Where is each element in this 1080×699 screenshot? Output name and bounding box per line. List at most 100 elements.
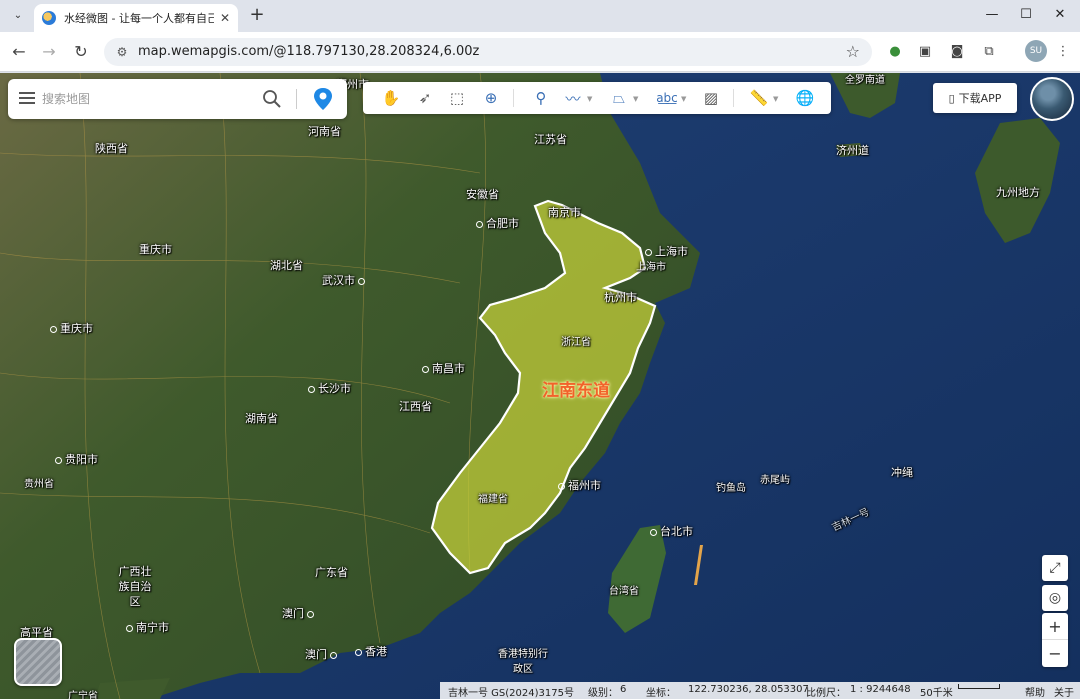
map-label-island: 冲绳 [891,466,913,479]
help-link[interactable]: 帮助 [1025,684,1045,699]
chevron-down-icon[interactable]: ▼ [587,95,592,103]
coord-label: 坐标： [646,688,676,699]
download-app-label: 下载APP [958,92,1002,105]
minimize-button[interactable]: — [978,4,1006,26]
box-select-icon[interactable]: ⬚ [445,86,469,110]
map-label-province: 河南省 [308,125,341,138]
map-label-province: 陕西省 [95,142,128,155]
screenshot-icon[interactable]: ◙ [946,41,968,63]
zoom-level: 6 [620,684,627,695]
map-label-city: 杭州市 [604,291,637,304]
map-label-city: 南昌市 [422,360,465,376]
pan-hand-icon[interactable]: ✋ [379,86,403,110]
favicon-icon [42,11,56,25]
image-icon[interactable]: ▨ [699,86,723,110]
scale-label: 比例尺： [806,688,846,699]
divider [296,89,297,109]
zoom-controls: + − [1042,613,1068,667]
profile-avatar[interactable]: SU [1025,40,1047,62]
scale-bar [958,684,1000,689]
tab-active[interactable]: 水经微图 - 让每一个人都有自己 ✕ [34,4,238,32]
chevron-down-icon[interactable]: ▼ [633,95,638,103]
select-pointer-icon[interactable]: ➶ [413,86,437,110]
map-label-city: 上海市 [636,262,666,273]
map-label-city: 福州市 [558,477,601,493]
zoom-in-button[interactable]: + [1042,613,1068,640]
browser-menu-icon[interactable]: ⋮ [1052,41,1074,63]
zoom-search-icon[interactable]: ⊕ [479,86,503,110]
chevron-down-icon[interactable]: ▼ [773,95,778,103]
map-label-province: 江西省 [399,400,432,413]
map-label-province: 广东省 [315,566,348,579]
map-label-city: 贵阳市 [55,451,98,467]
map-label-city: 澳门 [282,605,314,621]
search-icon[interactable] [262,89,282,109]
reload-icon[interactable]: ↻ [70,41,92,63]
map-label-city: 重庆市 [139,243,172,256]
map-label-province: 浙江省 [561,337,591,348]
search-card [8,79,347,119]
browser-toolbar: ← → ↻ ⚙ map.wemapgis.com/@118.797130,28.… [0,32,1080,72]
extensions-puzzle-icon[interactable]: ⧉ [978,41,1000,63]
maximize-button[interactable]: ☐ [1012,4,1040,26]
map-label-city: 上海市 [645,243,688,259]
map-label-city: 重庆市 [50,320,93,336]
download-app-button[interactable]: ▯ 下载APP [933,83,1017,113]
polygon-icon[interactable]: ⏢ [607,86,631,110]
text-label-icon[interactable]: a͟b͟c [655,86,679,110]
phone-icon: ▯ [948,91,955,105]
close-window-button[interactable]: ✕ [1046,4,1074,26]
divider [733,89,734,107]
locate-icon[interactable]: ◎ [1042,585,1068,611]
coordinates: 122.730236, 28.053307 [688,684,809,695]
fullscreen-icon[interactable]: ⤢ [1042,555,1068,581]
zoom-level-label: 级别： [588,688,618,699]
layer-switch-button[interactable] [14,638,62,686]
map-label-province: 广西壮族自治区 [118,565,152,608]
extension-globe-icon[interactable]: ● [884,41,906,63]
map-source: 吉林一号 GS(2024)3175号 [448,688,574,699]
location-pin-icon[interactable] [312,87,334,111]
globe-view-button[interactable] [1030,77,1074,121]
map-label-province: 江苏省 [534,133,567,146]
map-label-province: 广宁省 [68,691,98,699]
map-label-province: 济州道 [836,144,869,157]
map-viewport[interactable]: 郑州市 全罗南道 河南省 陕西省 江苏省 济州道 安徽省 九州地方 合肥市 南京… [0,73,1080,699]
extension-tabs-icon[interactable]: ▣ [914,41,936,63]
map-label-province: 湖北省 [270,259,303,272]
tab-search-icon[interactable]: ⌄ [8,5,28,25]
divider [513,89,514,107]
map-label-province: 台湾省 [609,586,639,597]
about-link[interactable]: 关于 [1054,684,1074,699]
address-bar[interactable]: ⚙ map.wemapgis.com/@118.797130,28.208324… [104,38,872,66]
bookmark-star-icon[interactable]: ☆ [846,42,860,61]
search-input[interactable] [42,89,252,109]
map-label-city: 长沙市 [308,380,351,396]
measure-ruler-icon[interactable]: 📏 [747,86,771,110]
chevron-down-icon[interactable]: ▼ [681,95,686,103]
new-tab-button[interactable]: + [247,4,267,26]
polyline-icon[interactable]: 〰 [561,86,585,110]
satellite-map [0,73,1080,699]
map-label-city: 台北市 [650,523,693,539]
site-settings-icon[interactable]: ⚙ [114,44,130,60]
globe-icon[interactable]: 🌐 [793,86,817,110]
tab-close-icon[interactable]: ✕ [220,11,230,25]
highlighted-region-label[interactable]: 江南东道 [542,376,610,401]
map-label-island: 钓鱼岛 [716,483,746,494]
back-icon[interactable]: ← [8,41,30,63]
zoom-out-button[interactable]: − [1042,640,1068,667]
scale-value: 1 : 9244648 [850,684,911,695]
map-label-city: 合肥市 [476,215,519,231]
map-label-island: 赤尾屿 [760,475,790,486]
status-bar: 吉林一号 GS(2024)3175号 级别： 6 坐标： 122.730236,… [440,682,1080,699]
menu-icon[interactable] [19,92,35,104]
forward-icon[interactable]: → [38,41,60,63]
map-label-city: 武汉市 [322,272,365,288]
map-tools-bar: ✋ ➶ ⬚ ⊕ ⚲ 〰 ▼ ⏢ ▼ a͟b͟c ▼ ▨ 📏 ▼ 🌐 [363,82,831,114]
tab-strip: ⌄ 水经微图 - 让每一个人都有自己 ✕ + — ☐ ✕ [0,0,1080,32]
address-url: map.wemapgis.com/@118.797130,28.208324,6… [138,44,480,59]
tab-title: 水经微图 - 让每一个人都有自己 [64,12,214,25]
map-label-city: 南京市 [548,206,581,219]
marker-icon[interactable]: ⚲ [529,86,553,110]
